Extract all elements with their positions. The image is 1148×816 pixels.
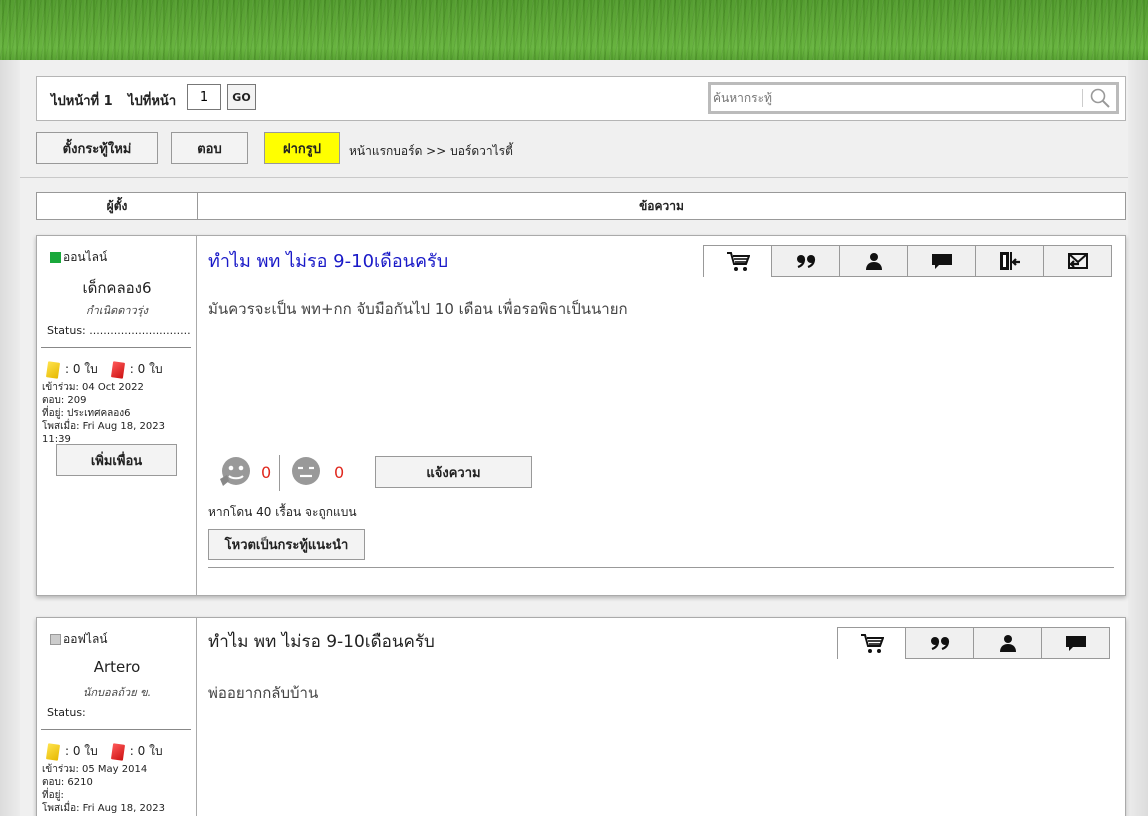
user-icon[interactable]: [839, 245, 908, 277]
post-toolbar: [837, 627, 1110, 659]
add-friend-button[interactable]: เพิ่มเพื่อน: [56, 444, 177, 476]
author-status: Status:: [47, 706, 86, 719]
exit-icon[interactable]: [975, 245, 1044, 277]
yellow-card-icon: [45, 742, 61, 761]
author-username[interactable]: Artero: [37, 658, 197, 676]
user-icon[interactable]: [973, 627, 1042, 659]
chat-icon[interactable]: [907, 245, 976, 277]
author-location: ที่อยู่:: [42, 790, 64, 801]
author-divider: [41, 347, 191, 348]
offline-indicator-icon: [50, 634, 61, 645]
author-location: ที่อยู่: ประเทศคลอง6: [42, 408, 131, 419]
joined-date: เข้าร่วม: 05 May 2014: [42, 764, 148, 775]
author-column-header: ผู้ตั้ง: [106, 199, 128, 213]
search-box: [708, 82, 1119, 114]
vote-recommend-button[interactable]: โหวตเป็นกระทู้แนะนำ: [208, 529, 365, 560]
posted-time: โพสเมื่อ: Fri Aug 18, 2023 11:39: [42, 421, 165, 445]
yellow-card-icon: [45, 360, 61, 379]
page-side-right: [1128, 60, 1148, 816]
search-icon[interactable]: [1089, 87, 1111, 109]
yellow-card-count: : 0 ใบ: [65, 744, 98, 758]
online-status-label: ออนไลน์: [63, 250, 108, 264]
post-title: ทำไม พท ไม่รอ 9-10เดือนครับ: [208, 632, 435, 652]
quote-icon[interactable]: [905, 627, 974, 659]
current-page-label: ไปหน้าที่ 1: [51, 94, 113, 109]
cart-icon[interactable]: [703, 245, 772, 277]
breadcrumb[interactable]: หน้าแรกบอร์ด >> บอร์ดวาไรตี้: [349, 142, 513, 161]
online-status-label: ออฟไลน์: [63, 632, 108, 646]
post-item: ออนไลน์ เด็กคลอง6 กำเนิดดาวรุ่ง Status: …: [36, 235, 1126, 596]
reply-count: ตอบ: 6210: [42, 777, 93, 788]
ban-notice: หากโดน 40 เรื้อน จะถูกแบน: [208, 505, 357, 519]
upload-image-button[interactable]: ฝากรูป: [264, 132, 340, 164]
red-card-count: : 0 ใบ: [129, 362, 163, 376]
search-divider: [1082, 89, 1083, 107]
search-input[interactable]: [713, 88, 1079, 108]
red-card-icon: [110, 360, 125, 379]
author-username[interactable]: เด็กคลอง6: [37, 276, 197, 300]
author-stats: เข้าร่วม: 04 Oct 2022 ตอบ: 209 ที่อยู่: …: [42, 381, 196, 446]
section-divider: [20, 177, 1128, 178]
post-body: พ่ออยากกลับบ้าน: [208, 684, 319, 702]
post-divider: [208, 567, 1114, 568]
quote-icon[interactable]: [771, 245, 840, 277]
posted-time: โพสเมื่อ: Fri Aug 18, 2023 11:40: [42, 803, 165, 814]
vote-area: 0 0: [218, 453, 378, 493]
table-header: ผู้ตั้ง ข้อความ: [36, 192, 1126, 220]
red-card-icon: [110, 742, 125, 761]
author-rank: นักบอลถ้วย ข.: [82, 686, 152, 699]
post-toolbar: [703, 245, 1112, 277]
author-panel: ออนไลน์ เด็กคลอง6 กำเนิดดาวรุ่ง Status: …: [37, 236, 197, 595]
card-counts: : 0 ใบ : 0 ใบ: [45, 742, 163, 761]
post-item: ออฟไลน์ Artero นักบอลถ้วย ข. Status: : 0…: [36, 617, 1126, 816]
author-status: Status: .............................: [47, 324, 191, 337]
author-divider: [41, 729, 191, 730]
go-button[interactable]: GO: [227, 84, 256, 110]
page-side-left: [0, 60, 20, 816]
report-button[interactable]: แจ้งความ: [375, 456, 532, 488]
dislike-count: 0: [334, 463, 345, 482]
red-card-count: : 0 ใบ: [129, 744, 163, 758]
vote-divider: [279, 455, 280, 491]
reply-icon[interactable]: [1043, 245, 1112, 277]
author-rank: กำเนิดดาวรุ่ง: [85, 304, 149, 317]
online-status: ออนไลน์: [50, 248, 107, 267]
author-stats: เข้าร่วม: 05 May 2014 ตอบ: 6210 ที่อยู่:…: [42, 763, 196, 816]
reply-count: ตอบ: 209: [42, 395, 87, 406]
like-count: 0: [261, 463, 272, 482]
goto-page-label: ไปที่หน้า: [128, 94, 177, 109]
new-topic-button[interactable]: ตั้งกระทู้ใหม่: [36, 132, 158, 164]
cart-icon[interactable]: [837, 627, 906, 659]
post-body: มันควรจะเป็น พท+กก จับมือกันไป 10 เดือน …: [208, 300, 628, 318]
page-number-input[interactable]: [187, 84, 221, 110]
main-panel: ไปหน้าที่ 1 ไปที่หน้า GO ตั้งกระทู้ใหม่ …: [20, 60, 1128, 816]
header-banner: [0, 0, 1148, 60]
message-column-header: ข้อความ: [639, 199, 684, 213]
joined-date: เข้าร่วม: 04 Oct 2022: [42, 382, 144, 393]
chat-icon[interactable]: [1041, 627, 1110, 659]
like-icon[interactable]: [218, 455, 252, 489]
post-title: ทำไม พท ไม่รอ 9-10เดือนครับ: [208, 251, 449, 272]
online-status: ออฟไลน์: [50, 630, 108, 649]
dislike-icon[interactable]: [289, 455, 323, 489]
page-nav-bar: ไปหน้าที่ 1 ไปที่หน้า GO: [36, 76, 1126, 121]
author-panel: ออฟไลน์ Artero นักบอลถ้วย ข. Status: : 0…: [37, 618, 197, 816]
online-indicator-icon: [50, 252, 61, 263]
card-counts: : 0 ใบ : 0 ใบ: [45, 360, 163, 379]
reply-button[interactable]: ตอบ: [171, 132, 248, 164]
yellow-card-count: : 0 ใบ: [65, 362, 98, 376]
